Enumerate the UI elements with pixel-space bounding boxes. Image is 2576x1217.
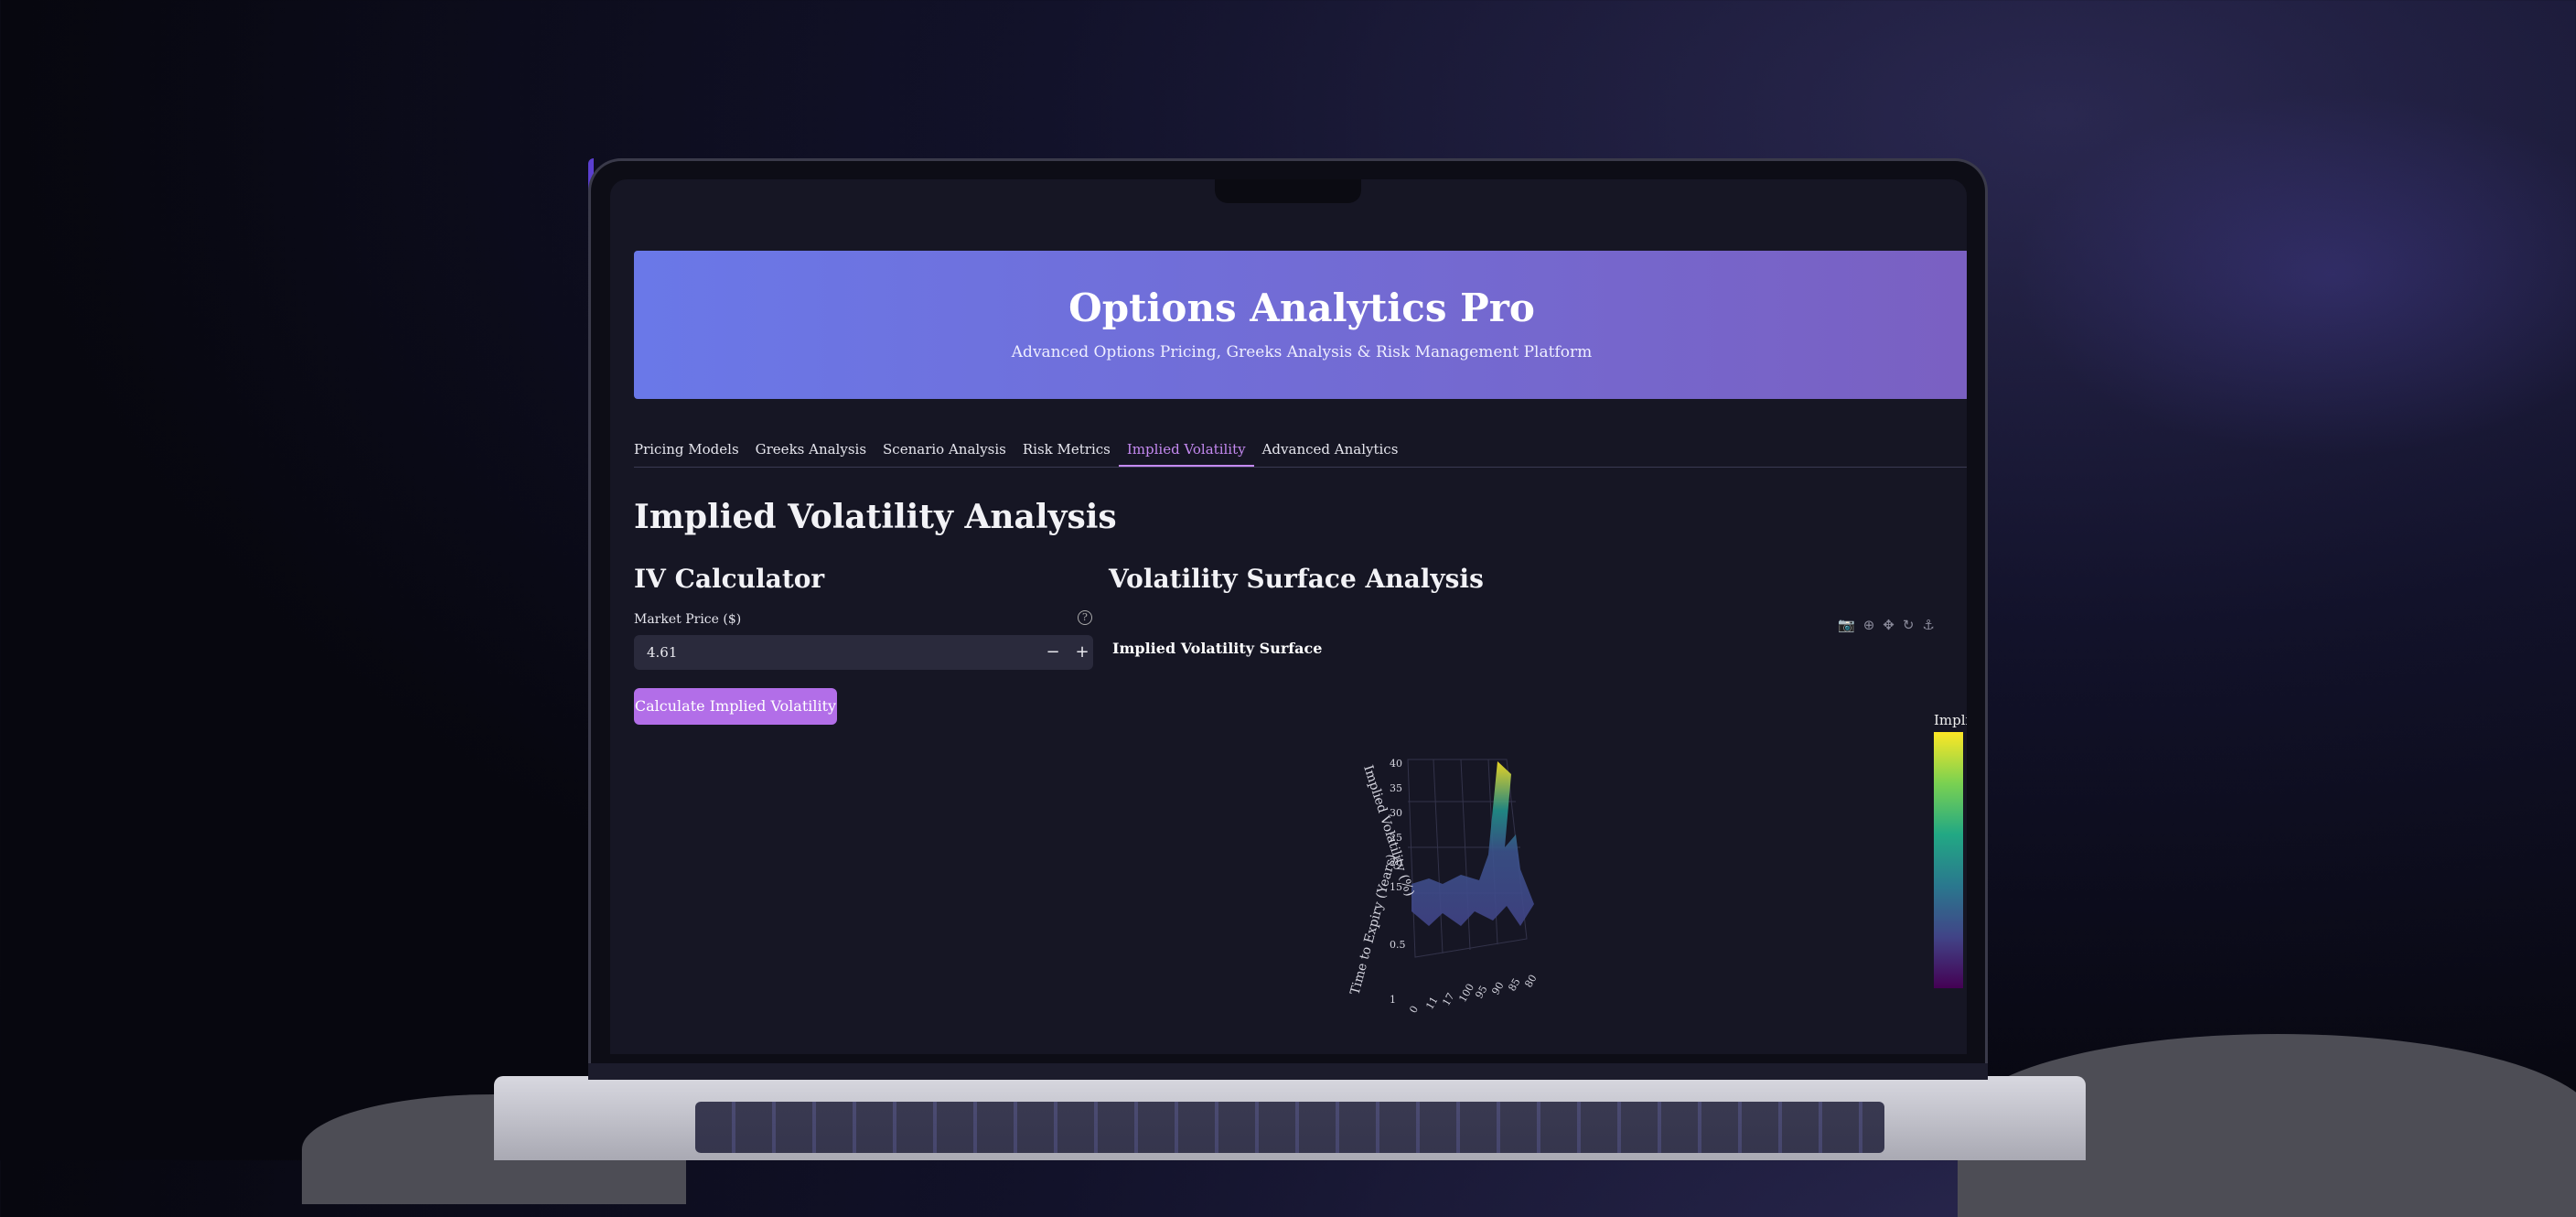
- x-tick-label: 11: [1423, 995, 1440, 1012]
- plot-title: Implied Volatility Surface: [1112, 640, 1323, 657]
- market-price-label: Market Price ($): [634, 612, 742, 627]
- page-title: Implied Volatility Analysis: [634, 498, 1117, 536]
- tab-implied-volatility[interactable]: Implied Volatility: [1118, 436, 1254, 467]
- market-price-value[interactable]: 4.61: [647, 644, 677, 661]
- x-tick-label: 85: [1506, 976, 1522, 994]
- reset-camera-icon[interactable]: ⚓: [1922, 617, 1934, 633]
- tab-scenario-analysis[interactable]: Scenario Analysis: [875, 436, 1014, 467]
- tab-bar: Pricing Models Greeks Analysis Scenario …: [634, 436, 1967, 468]
- surface-heading: Volatility Surface Analysis: [1109, 564, 1484, 594]
- z-tick-label: 40: [1390, 758, 1402, 770]
- tab-risk-metrics[interactable]: Risk Metrics: [1014, 436, 1119, 467]
- plot-toolbar: 📷 ⊕ ✥ ↻ ⚓: [1838, 617, 1935, 633]
- x-tick-label: 17: [1440, 991, 1456, 1008]
- tab-pricing-models[interactable]: Pricing Models: [634, 436, 747, 467]
- x-tick-label: 90: [1489, 980, 1506, 997]
- surface-mesh: [1411, 761, 1534, 926]
- zoom-icon[interactable]: ⊕: [1863, 617, 1875, 633]
- x-axis-title: Time to Expiry (Years): [1347, 853, 1399, 996]
- x-tick-label: 80: [1522, 973, 1539, 990]
- app-screen: Options Analytics Pro Advanced Options P…: [610, 179, 1967, 1054]
- y-tick-label: 0.5: [1390, 939, 1406, 951]
- y-axis-ticks: 0.51: [1390, 939, 1406, 1006]
- x-tick-label: 95: [1473, 984, 1489, 1001]
- camera-icon[interactable]: 📷: [1838, 617, 1855, 633]
- camera-notch: [1215, 179, 1361, 203]
- y-tick-label: 1: [1390, 994, 1396, 1006]
- x-tick-label: 0: [1407, 1004, 1421, 1016]
- increment-button[interactable]: +: [1070, 641, 1094, 664]
- laptop-keyboard: [695, 1102, 1884, 1153]
- tab-advanced-analytics[interactable]: Advanced Analytics: [1254, 436, 1407, 467]
- market-price-input[interactable]: 4.61 − +: [634, 635, 1093, 670]
- z-tick-label: 35: [1390, 782, 1402, 794]
- calculator-heading: IV Calculator: [634, 564, 825, 594]
- app-title: Options Analytics Pro: [1068, 285, 1535, 330]
- app-subtitle: Advanced Options Pricing, Greeks Analysi…: [1011, 343, 1593, 361]
- calculate-iv-button[interactable]: Calculate Implied Volatility: [634, 688, 837, 725]
- orbit-rotation-icon[interactable]: ↻: [1903, 617, 1915, 633]
- decrement-button[interactable]: −: [1041, 641, 1065, 664]
- pan-icon[interactable]: ✥: [1883, 617, 1894, 633]
- background-glow: [2012, 92, 2576, 458]
- colorbar: [1934, 732, 1963, 988]
- tab-greeks-analysis[interactable]: Greeks Analysis: [747, 436, 875, 467]
- colorbar-title: Impli: [1934, 712, 1967, 728]
- laptop-hinge: [588, 1063, 1988, 1080]
- help-icon[interactable]: ?: [1078, 610, 1092, 625]
- app-header: Options Analytics Pro Advanced Options P…: [634, 251, 1967, 399]
- volatility-surface-chart[interactable]: 403530252015 0.51 0 11 17 10095 90 85 80 Time …: [1324, 747, 1562, 1021]
- x-axis-ticks: 0 11 17 10095 90 85 80: [1407, 973, 1539, 1016]
